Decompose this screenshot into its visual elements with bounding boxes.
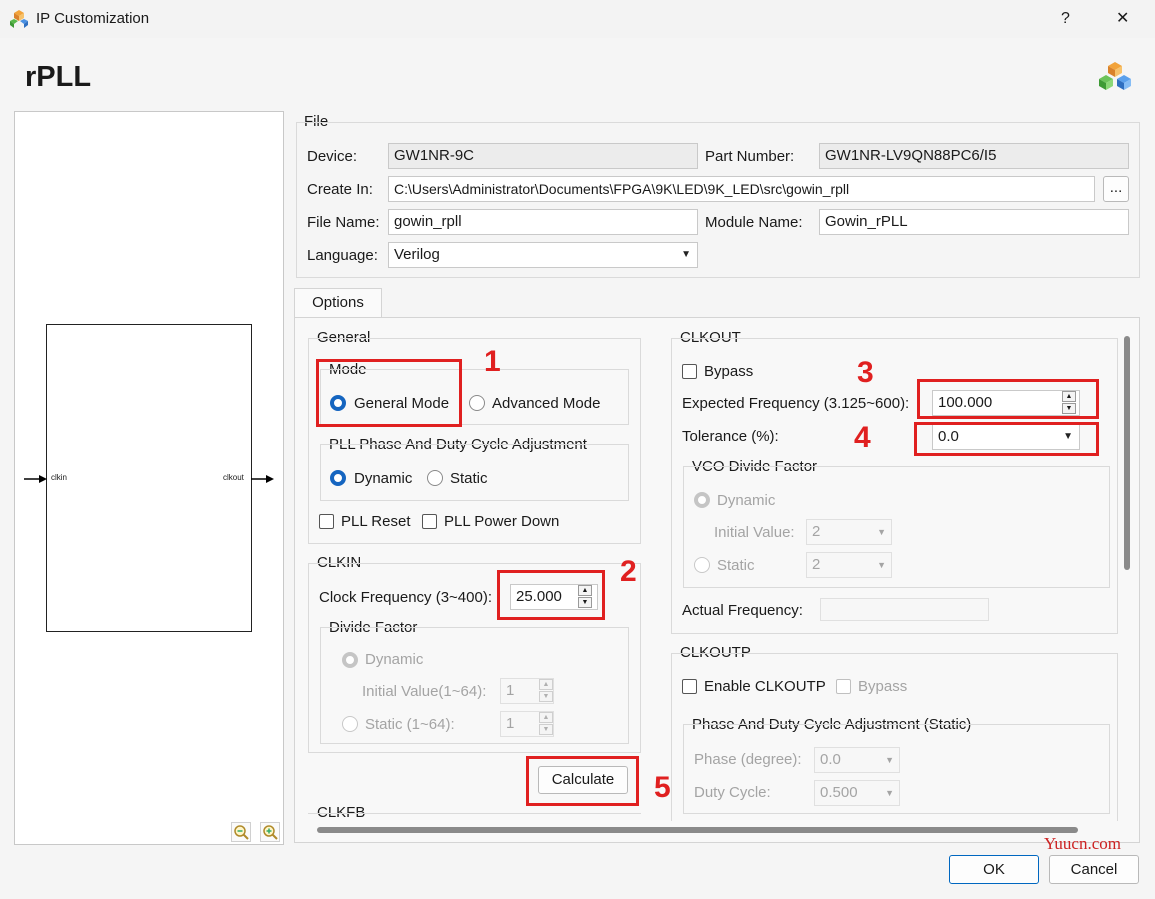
vco-initial-select[interactable]: 2 ▼: [806, 519, 892, 545]
annotation-number-5: 5: [654, 771, 671, 804]
vco-static-value: 2: [812, 556, 821, 573]
duty-cycle-value: 0.500: [820, 784, 858, 801]
annotation-box-4: [914, 422, 1099, 456]
ip-cubes-icon: [1098, 60, 1132, 92]
vco-dynamic-radio[interactable]: [694, 492, 710, 508]
static-label[interactable]: Static: [450, 469, 488, 489]
pll-block: [46, 324, 252, 632]
vco-static-label[interactable]: Static: [717, 556, 755, 576]
static-value-stepper[interactable]: ▲ ▼: [539, 712, 553, 736]
part-number-label: Part Number:: [705, 148, 795, 165]
file-name-label: File Name:: [307, 214, 380, 231]
phase-degree-value: 0.0: [820, 751, 841, 768]
language-label: Language:: [307, 247, 378, 264]
divide-dynamic-radio[interactable]: [342, 652, 358, 668]
vertical-scrollbar[interactable]: [1124, 336, 1130, 570]
dynamic-label[interactable]: Dynamic: [354, 469, 412, 489]
enable-clkoutp-checkbox[interactable]: [682, 679, 697, 694]
create-in-field[interactable]: C:\Users\Administrator\Documents\FPGA\9K…: [388, 176, 1095, 202]
language-select[interactable]: Verilog ▼: [388, 242, 698, 268]
initial-value-stepper[interactable]: ▲ ▼: [539, 679, 553, 703]
annotation-number-4: 4: [854, 421, 871, 454]
pll-reset-checkbox[interactable]: [319, 514, 334, 529]
clkin-arrow: [24, 472, 48, 484]
expected-frequency-label: Expected Frequency (3.125~600):: [682, 395, 910, 412]
pll-reset-label[interactable]: PLL Reset: [341, 512, 411, 532]
tab-options[interactable]: Options: [294, 288, 382, 318]
tolerance-label: Tolerance (%):: [682, 428, 779, 445]
cancel-button[interactable]: Cancel: [1049, 855, 1139, 884]
vco-initial-label: Initial Value:: [714, 524, 795, 541]
chevron-down-icon: ▼: [885, 788, 894, 798]
device-field: GW1NR-9C: [388, 143, 698, 169]
part-number-field: GW1NR-LV9QN88PC6/I5: [819, 143, 1129, 169]
module-name-field[interactable]: Gowin_rPLL: [819, 209, 1129, 235]
file-name-field[interactable]: gowin_rpll: [388, 209, 698, 235]
vco-static-select[interactable]: 2 ▼: [806, 552, 892, 578]
annotation-number-1: 1: [484, 345, 501, 378]
chevron-down-icon: ▼: [877, 527, 886, 537]
clkout-arrow: [251, 472, 275, 484]
close-button[interactable]: ✕: [1116, 9, 1129, 29]
chevron-down-icon: ▼: [681, 249, 691, 260]
create-in-label: Create In:: [307, 181, 373, 198]
initial-value-label: Initial Value(1~64):: [362, 683, 487, 700]
annotation-box-1: [316, 359, 462, 427]
horizontal-scrollbar[interactable]: [317, 827, 1078, 833]
zoom-out-icon[interactable]: [231, 822, 251, 842]
clkout-port-label: clkout: [223, 473, 244, 482]
chevron-down-icon: ▼: [877, 560, 886, 570]
duty-cycle-label: Duty Cycle:: [694, 784, 771, 801]
vco-dynamic-label[interactable]: Dynamic: [717, 491, 775, 511]
device-label: Device:: [307, 148, 358, 165]
actual-frequency-label: Actual Frequency:: [682, 602, 803, 619]
divide-static-radio[interactable]: [342, 716, 358, 732]
clkoutp-bypass-label[interactable]: Bypass: [858, 677, 907, 697]
clkoutp-bypass-checkbox[interactable]: [836, 679, 851, 694]
advanced-mode-label[interactable]: Advanced Mode: [492, 394, 600, 414]
advanced-mode-radio[interactable]: [469, 395, 485, 411]
clkfb-group: [308, 813, 641, 821]
clkin-port-label: clkin: [51, 473, 68, 482]
ip-name-heading: rPLL: [25, 61, 92, 93]
browse-button[interactable]: ...: [1103, 176, 1129, 202]
clock-frequency-label: Clock Frequency (3~400):: [319, 589, 492, 606]
dynamic-radio[interactable]: [330, 470, 346, 486]
vco-initial-value: 2: [812, 523, 821, 540]
help-button[interactable]: ?: [1061, 9, 1070, 29]
language-value: Verilog: [394, 246, 440, 263]
phase-degree-select[interactable]: 0.0 ▼: [814, 747, 900, 773]
watermark: Yuucn.com: [1044, 834, 1121, 853]
annotation-box-2: [497, 570, 605, 620]
window-title: IP Customization: [36, 10, 150, 27]
app-icon: [9, 9, 29, 29]
clkout-bypass-label[interactable]: Bypass: [704, 362, 753, 382]
annotation-box-5: [526, 756, 639, 806]
title-bar: [0, 0, 1155, 38]
enable-clkoutp-label[interactable]: Enable CLKOUTP: [704, 677, 826, 697]
divide-dynamic-label[interactable]: Dynamic: [365, 650, 423, 670]
divide-static-label[interactable]: Static (1~64):: [365, 715, 455, 735]
ok-button[interactable]: OK: [949, 855, 1039, 884]
annotation-number-3: 3: [857, 356, 874, 389]
duty-cycle-select[interactable]: 0.500 ▼: [814, 780, 900, 806]
annotation-number-2: 2: [620, 555, 637, 588]
annotation-box-3: [917, 379, 1099, 419]
clkout-bypass-checkbox[interactable]: [682, 364, 697, 379]
vco-static-radio[interactable]: [694, 557, 710, 573]
pll-power-down-label[interactable]: PLL Power Down: [444, 512, 559, 532]
pll-power-down-checkbox[interactable]: [422, 514, 437, 529]
zoom-in-icon[interactable]: [260, 822, 280, 842]
actual-frequency-field: [820, 598, 989, 621]
phase-degree-label: Phase (degree):: [694, 751, 802, 768]
static-radio[interactable]: [427, 470, 443, 486]
module-name-label: Module Name:: [705, 214, 803, 231]
chevron-down-icon: ▼: [885, 755, 894, 765]
